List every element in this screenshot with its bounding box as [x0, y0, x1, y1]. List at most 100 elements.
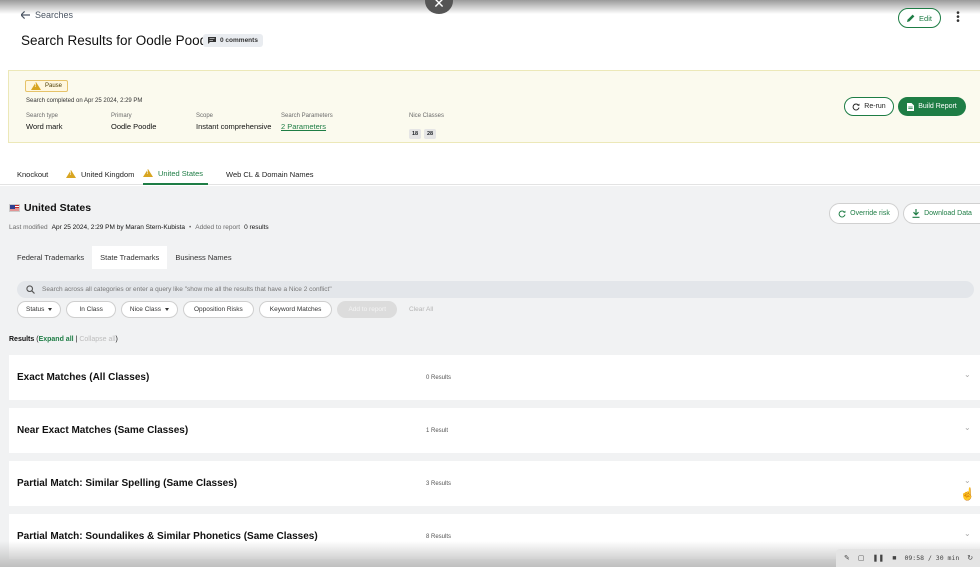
added-to-report-label: Added to report: [195, 224, 241, 231]
subtab-federal-trademarks[interactable]: Federal Trademarks: [9, 246, 92, 269]
tab-web-cl-domain-names[interactable]: Web CL & Domain Names: [226, 163, 314, 185]
status-filter-label: Status: [26, 306, 45, 313]
search-type-value: Word mark: [26, 122, 63, 131]
collapse-all-link[interactable]: Collapse all: [79, 336, 115, 343]
expand-all-link[interactable]: Expand all: [39, 336, 74, 343]
chevron-down-icon[interactable]: ⌄: [964, 370, 971, 379]
search-type-field: Search type Word mark: [26, 113, 63, 131]
nice-class-badge: 18: [409, 129, 421, 139]
primary-label: Primary: [111, 113, 132, 119]
results-search-input[interactable]: Search across all categories or enter a …: [17, 281, 974, 298]
warning-icon: [66, 170, 76, 178]
warning-icon: [31, 82, 41, 90]
page-title: Search Results for Oodle Poodle: [21, 33, 218, 48]
download-data-button[interactable]: Download Data: [903, 203, 980, 224]
tab-united-kingdom[interactable]: United Kingdom: [66, 163, 134, 185]
arrow-left-icon: [21, 11, 30, 19]
recording-timer: 09:58 / 30 min: [904, 554, 960, 562]
back-label: Searches: [35, 10, 74, 20]
last-modified-label: Last modified: [9, 224, 48, 231]
chevron-down-icon[interactable]: ⌄: [964, 423, 971, 432]
section-title: Exact Matches (All Classes): [17, 372, 150, 383]
pause-label: Pause: [45, 83, 63, 89]
nice-classes-field: Nice Classes 18 28: [409, 113, 444, 140]
nice-classes-label: Nice Classes: [409, 113, 445, 119]
scope-label: Scope: [196, 113, 214, 119]
dot-separator: •: [189, 224, 192, 231]
tab-label: Web CL & Domain Names: [226, 169, 314, 179]
restart-icon[interactable]: ↻: [967, 554, 973, 562]
tab-knockout[interactable]: Knockout: [17, 163, 48, 185]
comments-badge[interactable]: 0 comments: [203, 34, 263, 47]
chevron-down-icon[interactable]: ⌄: [964, 476, 971, 485]
pen-icon[interactable]: ✎: [844, 554, 850, 562]
section-title: Partial Match: Similar Spelling (Same Cl…: [17, 478, 238, 489]
override-risk-button[interactable]: Override risk: [829, 203, 899, 224]
params-label: Search Parameters: [281, 113, 333, 119]
caret-down-icon: [164, 308, 169, 311]
rerun-label: Re-run: [864, 103, 886, 110]
result-section-similar-spelling[interactable]: Partial Match: Similar Spelling (Same Cl…: [9, 461, 980, 506]
chevron-down-icon[interactable]: ⌄: [964, 529, 971, 538]
search-type-label: Search type: [26, 113, 59, 119]
trademark-subtabs: Federal Trademarks State Trademarks Busi…: [9, 246, 240, 269]
edit-button[interactable]: Edit: [898, 8, 941, 28]
keyword-matches-filter[interactable]: Keyword Matches: [258, 301, 333, 318]
primary-field: Primary Oodle Poodle: [111, 113, 156, 131]
results-label: Results: [9, 336, 35, 343]
nice-class-badge: 28: [424, 129, 436, 139]
search-placeholder: Search across all categories or enter a …: [42, 286, 332, 293]
params-link[interactable]: 2 Parameters: [281, 122, 333, 131]
back-link[interactable]: Searches: [21, 10, 73, 20]
refresh-icon: [838, 209, 846, 217]
more-options-icon[interactable]: • • •: [952, 9, 964, 27]
last-modified-line: Last modified Apr 25 2024, 2:29 PM by Ma…: [9, 224, 269, 231]
result-section-exact-matches[interactable]: Exact Matches (All Classes) 0 Results ⌄: [9, 355, 980, 400]
tab-united-states[interactable]: United States: [143, 163, 209, 185]
pause-badge[interactable]: Pause: [25, 80, 69, 92]
pause-icon[interactable]: ❚❚: [873, 554, 885, 562]
us-flag-icon: [9, 204, 20, 212]
comment-icon: [208, 37, 216, 44]
recording-toolbar: ✎ ▢ ❚❚ ■ 09:58 / 30 min ↻: [836, 549, 980, 567]
nice-class-filter[interactable]: Nice Class: [120, 301, 178, 318]
stop-icon[interactable]: ▢: [858, 554, 865, 562]
bottom-shade: [0, 541, 980, 567]
opposition-risks-filter[interactable]: Opposition Risks: [182, 301, 254, 318]
clear-all-button[interactable]: Clear All: [409, 306, 433, 313]
country-heading: United States: [24, 202, 92, 214]
record-icon[interactable]: ■: [892, 555, 896, 562]
added-to-report-value: 0 results: [244, 224, 269, 231]
results-header: Results (Expand all | Collapse all): [9, 336, 118, 343]
tab-label: United Kingdom: [81, 169, 135, 179]
subtab-state-trademarks[interactable]: State Trademarks: [92, 246, 168, 269]
section-title: Near Exact Matches (Same Classes): [17, 425, 189, 436]
scope-value: Instant comprehensive: [196, 122, 272, 131]
build-report-label: Build Report: [918, 103, 957, 110]
search-summary-panel: Pause Search completed on Apr 25 2024, 2…: [8, 70, 980, 143]
result-section-near-exact-matches[interactable]: Near Exact Matches (Same Classes) 1 Resu…: [9, 408, 980, 453]
section-count: 3 Results: [426, 481, 452, 487]
edit-label: Edit: [919, 13, 932, 23]
search-icon: [26, 285, 35, 294]
tab-label: Knockout: [17, 169, 49, 179]
add-to-report-button[interactable]: Add to report: [337, 301, 398, 318]
last-modified-value: Apr 25 2024, 2:29 PM by Maran Stern-Kubi…: [51, 224, 185, 231]
nice-class-filter-label: Nice Class: [129, 306, 161, 313]
status-filter[interactable]: Status: [17, 301, 62, 318]
download-data-label: Download Data: [924, 210, 972, 217]
subtab-business-names[interactable]: Business Names: [167, 246, 239, 269]
warning-icon: [143, 169, 153, 177]
scope-field: Scope Instant comprehensive: [196, 113, 271, 131]
section-count: 8 Results: [426, 534, 452, 540]
in-class-filter[interactable]: In Class: [66, 301, 116, 318]
country-tabs: Knockout United Kingdom United States We…: [0, 163, 980, 185]
build-report-button[interactable]: Build Report: [898, 97, 966, 116]
tab-label: United States: [158, 168, 204, 178]
top-shade: [0, 0, 980, 14]
download-icon: [912, 209, 920, 218]
refresh-icon: [852, 102, 860, 110]
document-icon: [907, 102, 915, 111]
caret-down-icon: [48, 308, 53, 311]
rerun-button[interactable]: Re-run: [844, 97, 894, 116]
